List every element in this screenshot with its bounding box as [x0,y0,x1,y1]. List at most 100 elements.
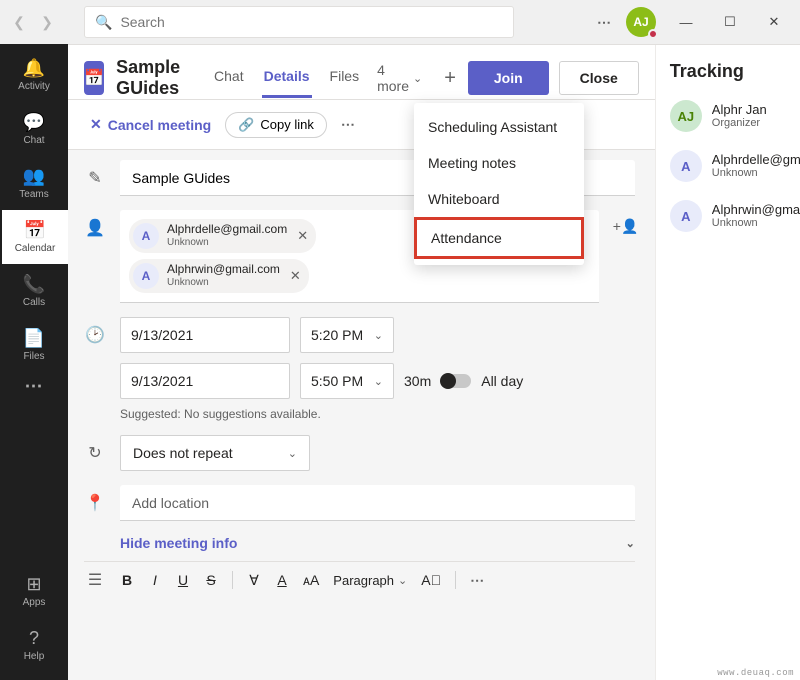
remove-attendee-icon[interactable]: ✕ [295,228,308,244]
rail-calls[interactable]: 📞Calls [0,264,68,318]
teams-icon: 👥 [23,166,45,187]
description-icon: ☰ [84,570,106,590]
chevron-down-icon: ⌄ [374,375,383,388]
avatar: AJ [670,100,702,132]
help-icon: ? [29,628,39,649]
menu-whiteboard[interactable]: Whiteboard [414,181,584,217]
calendar-chip-icon: 📅 [84,61,104,95]
chevron-down-icon: ⌄ [398,574,407,587]
font-color-button[interactable]: A [275,572,289,588]
menu-meeting-notes[interactable]: Meeting notes [414,145,584,181]
chat-icon: 💬 [23,112,45,133]
rail-calendar[interactable]: 📅Calendar [0,210,68,264]
bold-button[interactable]: B [120,572,134,588]
rail-teams[interactable]: 👥Teams [0,156,68,210]
tracking-person[interactable]: A Alphrdelle@gmail.comUnknown [670,150,800,182]
presence-busy-icon [648,29,658,39]
highlight-button[interactable]: ∀ [247,572,261,589]
end-time-input[interactable]: 5:50 PM⌄ [300,363,394,399]
tracking-person[interactable]: AJ Alphr JanOrganizer [670,100,800,132]
avatar: A [670,150,702,182]
rich-text-toolbar: ☰ B I U S ∀ A ᴀA Paragraph⌄ A⃠ ⋯ [84,561,635,590]
pencil-icon: ✎ [84,160,106,188]
attendee-chip[interactable]: A Alphrwin@gmail.comUnknown ✕ [129,259,309,293]
tracking-panel: Tracking AJ Alphr JanOrganizer A Alphrde… [655,45,800,680]
italic-button[interactable]: I [148,572,162,588]
user-avatar[interactable]: AJ [626,7,656,37]
close-button[interactable]: Close [559,61,639,95]
all-day-label: All day [481,373,523,389]
hide-meeting-info-toggle[interactable]: Hide meeting info⌄ [120,535,635,551]
tab-details[interactable]: Details [262,58,312,98]
back-button[interactable]: ❮ [8,11,30,33]
copy-link-button[interactable]: 🔗Copy link [225,112,327,138]
font-size-button[interactable]: ᴀA [303,572,319,588]
app-rail: 🔔Activity 💬Chat 👥Teams 📅Calendar 📞Calls … [0,0,68,680]
menu-scheduling-assistant[interactable]: Scheduling Assistant [414,109,584,145]
search-box[interactable]: 🔍 [84,6,514,38]
recurrence-select[interactable]: Does not repeat⌄ [120,435,310,471]
rail-help[interactable]: ?Help [0,618,68,672]
location-icon: 📍 [84,485,106,513]
duration-label: 30m [404,373,431,389]
chevron-down-icon: ⌄ [626,537,635,550]
menu-attendance[interactable]: Attendance [414,217,584,259]
rail-apps[interactable]: ⊞Apps [0,564,68,618]
rail-chat[interactable]: 💬Chat [0,102,68,156]
watermark: www.deuaq.com [717,668,794,678]
tracking-title: Tracking [670,61,800,82]
close-window-button[interactable]: ✕ [752,6,796,38]
tab-chat[interactable]: Chat [212,58,246,98]
join-button[interactable]: Join [468,61,549,95]
rail-activity[interactable]: 🔔Activity [0,48,68,102]
start-time-input[interactable]: 5:20 PM⌄ [300,317,394,353]
search-input[interactable] [120,14,503,30]
avatar: A [133,223,159,249]
clock-icon: 🕑 [84,317,106,345]
bell-icon: 🔔 [23,58,45,79]
attendee-chip[interactable]: A Alphrdelle@gmail.comUnknown ✕ [129,219,316,253]
cancel-meeting-button[interactable]: ✕Cancel meeting [84,112,217,137]
search-icon: 🔍 [95,14,112,31]
avatar: A [670,200,702,232]
all-day-toggle[interactable] [441,374,471,388]
rte-more-icon[interactable]: ⋯ [470,572,485,589]
apps-icon: ⊞ [26,574,41,595]
remove-attendee-icon[interactable]: ✕ [288,268,301,284]
add-tab-button[interactable]: + [444,67,456,90]
people-icon: 👤 [84,210,106,238]
file-icon: 📄 [23,328,45,349]
underline-button[interactable]: U [176,572,190,588]
settings-more-icon[interactable]: ⋯ [591,8,618,37]
meeting-title: Sample GUides [116,57,194,99]
meeting-header: 📅 Sample GUides Chat Details Files 4 mor… [68,45,655,100]
link-icon: 🔗 [238,117,254,133]
actionbar-more-icon[interactable]: ⋯ [335,110,362,139]
add-optional-attendee-icon[interactable]: +👤 [613,210,635,235]
clear-formatting-button[interactable]: A⃠ [421,572,441,588]
phone-icon: 📞 [23,274,45,295]
end-date-input[interactable]: 9/13/2021 [120,363,290,399]
tab-more[interactable]: 4 more⌄ [377,62,422,94]
location-input[interactable] [120,485,635,521]
chevron-down-icon: ⌄ [413,72,422,85]
tracking-person[interactable]: A Alphrwin@gmail.comUnknown [670,200,800,232]
user-initials: AJ [633,15,648,29]
calendar-icon: 📅 [24,220,46,241]
tab-files[interactable]: Files [328,58,362,98]
recurrence-icon: ↻ [84,435,106,463]
forward-button[interactable]: ❯ [36,11,58,33]
minimize-button[interactable]: — [664,6,708,38]
rail-files[interactable]: 📄Files [0,318,68,372]
close-icon: ✕ [90,116,102,133]
chevron-down-icon: ⌄ [374,329,383,342]
chevron-down-icon: ⌄ [288,447,297,460]
avatar: A [133,263,159,289]
more-tabs-menu: Scheduling Assistant Meeting notes White… [414,103,584,265]
maximize-button[interactable]: ☐ [708,6,752,38]
strike-button[interactable]: S [204,572,218,588]
suggested-times: Suggested: No suggestions available. [120,407,635,421]
rail-more-icon[interactable]: ⋯ [25,376,44,397]
paragraph-select[interactable]: Paragraph⌄ [333,573,407,588]
start-date-input[interactable]: 9/13/2021 [120,317,290,353]
